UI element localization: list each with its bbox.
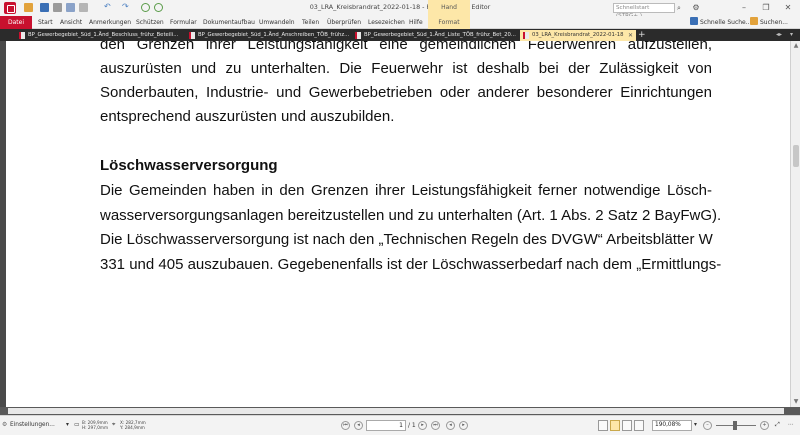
- document-line: entsprechend auszurüsten und auszubilden…: [100, 108, 395, 125]
- title-bar: ↶ ↷ 03_LRA_Kreisbrandrat_2022-01-18 - PD…: [0, 0, 800, 19]
- menu-schuetzen[interactable]: Schützen: [136, 16, 164, 29]
- document-view[interactable]: den Grenzen ihrer Leistungsfähigkeit ein…: [0, 41, 790, 407]
- zoom-dropdown-icon[interactable]: ▾: [694, 422, 697, 428]
- zoom-level-input[interactable]: 190,08%: [652, 420, 692, 431]
- scroll-thumb[interactable]: [793, 145, 799, 167]
- menu-start[interactable]: Start: [38, 16, 53, 29]
- close-icon[interactable]: ✕: [782, 2, 794, 13]
- document-tab-bar: BP_Gewerbegebiet_Süd_1.Änd_Beschluss_frü…: [0, 29, 800, 41]
- quick-launch-input[interactable]: Schnellstart (STRG+.): [613, 3, 675, 19]
- menu-format[interactable]: Format: [428, 16, 470, 29]
- document-line: Die Gemeinden haben in den Grenzen ihrer…: [100, 182, 712, 199]
- settings-icon[interactable]: ⚙: [690, 2, 702, 13]
- doc-tab-2[interactable]: BP_Gewerbegebiet_Süd_1.Änd_Anschreiben_T…: [186, 30, 352, 41]
- menu-hilfe[interactable]: Hilfe: [409, 16, 423, 29]
- forward-view-icon[interactable]: ▸: [459, 421, 468, 430]
- page-total: / 1: [408, 422, 416, 429]
- settings-button[interactable]: Einstellungen...: [10, 422, 55, 428]
- doc-tab-active[interactable]: 03_LRA_Kreisbrandrat_2022-01-18 ✕: [520, 30, 636, 41]
- page-number-input[interactable]: 1: [366, 420, 406, 431]
- document-line: Die Löschwasserversorgung ist nach den „…: [100, 231, 713, 248]
- document-line: wasserversorgungsanlagen bereitzustellen…: [100, 207, 722, 224]
- previous-page-icon[interactable]: ◂: [354, 421, 363, 430]
- pdf-document-icon: [189, 32, 195, 39]
- doc-tab-3[interactable]: BP_Gewerbegebiet_Süd_1.Änd_Liste_TÖB_frü…: [352, 30, 520, 41]
- horizontal-scrollbar[interactable]: [0, 407, 800, 415]
- zoom-slider-thumb[interactable]: [733, 421, 737, 430]
- scroll-up-icon[interactable]: ▲: [792, 42, 800, 50]
- document-line: auszurüsten und zu unterhalten. Die Feue…: [100, 60, 712, 77]
- last-page-icon[interactable]: ⏭: [431, 421, 440, 430]
- menu-teilen[interactable]: Teilen: [302, 16, 319, 29]
- more-options-icon[interactable]: ⋯: [788, 422, 794, 428]
- document-line: 331 und 405 auszubauen. Gegebenenfalls i…: [100, 256, 722, 273]
- fullscreen-icon[interactable]: ⤢: [775, 422, 780, 429]
- menu-lesezeichen[interactable]: Lesezeichen: [368, 16, 405, 29]
- menu-ueberpruefen[interactable]: Überprüfen: [327, 16, 361, 29]
- tab-scroll-icon[interactable]: ◂▸: [776, 29, 782, 41]
- maximize-icon[interactable]: ❐: [760, 2, 772, 13]
- menu-umwandeln[interactable]: Umwandeln: [259, 16, 295, 29]
- page-height: H: 297,0mm: [82, 425, 109, 430]
- horizontal-scroll-track[interactable]: [8, 408, 784, 414]
- document-line-cut: den Grenzen ihrer Leistungsfähigkeit ein…: [100, 41, 712, 53]
- document-line: Sonderbauten, Industrie- und Gewerbebetr…: [100, 84, 712, 101]
- next-page-icon[interactable]: ▸: [418, 421, 427, 430]
- find-button[interactable]: Suchen...: [750, 16, 788, 29]
- find-icon: [750, 17, 758, 25]
- ribbon-menu: Datei Start Ansicht Anmerkungen Schützen…: [0, 16, 800, 29]
- context-tab-hand[interactable]: Hand: [428, 0, 470, 16]
- search-icon[interactable]: ⌕: [677, 4, 681, 13]
- close-tab-icon[interactable]: ✕: [628, 30, 633, 41]
- settings-gear-icon[interactable]: ⚙: [2, 422, 7, 428]
- back-view-icon[interactable]: ◂: [446, 421, 455, 430]
- pdf-document-icon: [355, 32, 361, 39]
- pdf-document-icon: [523, 32, 529, 39]
- new-tab-icon[interactable]: +: [638, 29, 646, 41]
- pdf-document-icon: [19, 32, 25, 39]
- zoom-in-icon[interactable]: +: [760, 421, 769, 430]
- menu-file[interactable]: Datei: [0, 16, 32, 29]
- dropdown-icon[interactable]: ▾: [66, 422, 69, 428]
- quick-find-button[interactable]: Schnelle Suche...: [690, 16, 751, 29]
- menu-formular[interactable]: Formular: [170, 16, 197, 29]
- section-heading: Löschwasserversorgung: [100, 157, 278, 174]
- scroll-down-icon[interactable]: ▼: [792, 398, 800, 406]
- doc-tab-1[interactable]: BP_Gewerbegebiet_Süd_1.Änd_Beschluss_frü…: [16, 30, 186, 41]
- cursor-y: Y: 284,9mm: [120, 425, 145, 430]
- quick-find-icon: [690, 17, 698, 25]
- facing-view-icon[interactable]: [622, 420, 632, 431]
- cursor-position-icon: ⌖: [112, 422, 116, 428]
- first-page-icon[interactable]: ⏮: [341, 421, 350, 430]
- menu-ansicht[interactable]: Ansicht: [60, 16, 82, 29]
- minimize-icon[interactable]: –: [738, 2, 750, 13]
- menu-dokumentaufbau[interactable]: Dokumentaufbau: [203, 16, 255, 29]
- vertical-scrollbar[interactable]: ▲ ▼: [790, 41, 800, 407]
- menu-anmerkungen[interactable]: Anmerkungen: [89, 16, 131, 29]
- continuous-view-icon[interactable]: [610, 420, 620, 431]
- tab-list-icon[interactable]: ▾: [790, 29, 793, 41]
- page-size-icon: ▭: [74, 422, 80, 428]
- single-page-view-icon[interactable]: [598, 420, 608, 431]
- status-bar: ⚙ Einstellungen... ▾ ▭ B: 209,9mm H: 297…: [0, 415, 800, 435]
- continuous-facing-view-icon[interactable]: [634, 420, 644, 431]
- zoom-out-icon[interactable]: –: [703, 421, 712, 430]
